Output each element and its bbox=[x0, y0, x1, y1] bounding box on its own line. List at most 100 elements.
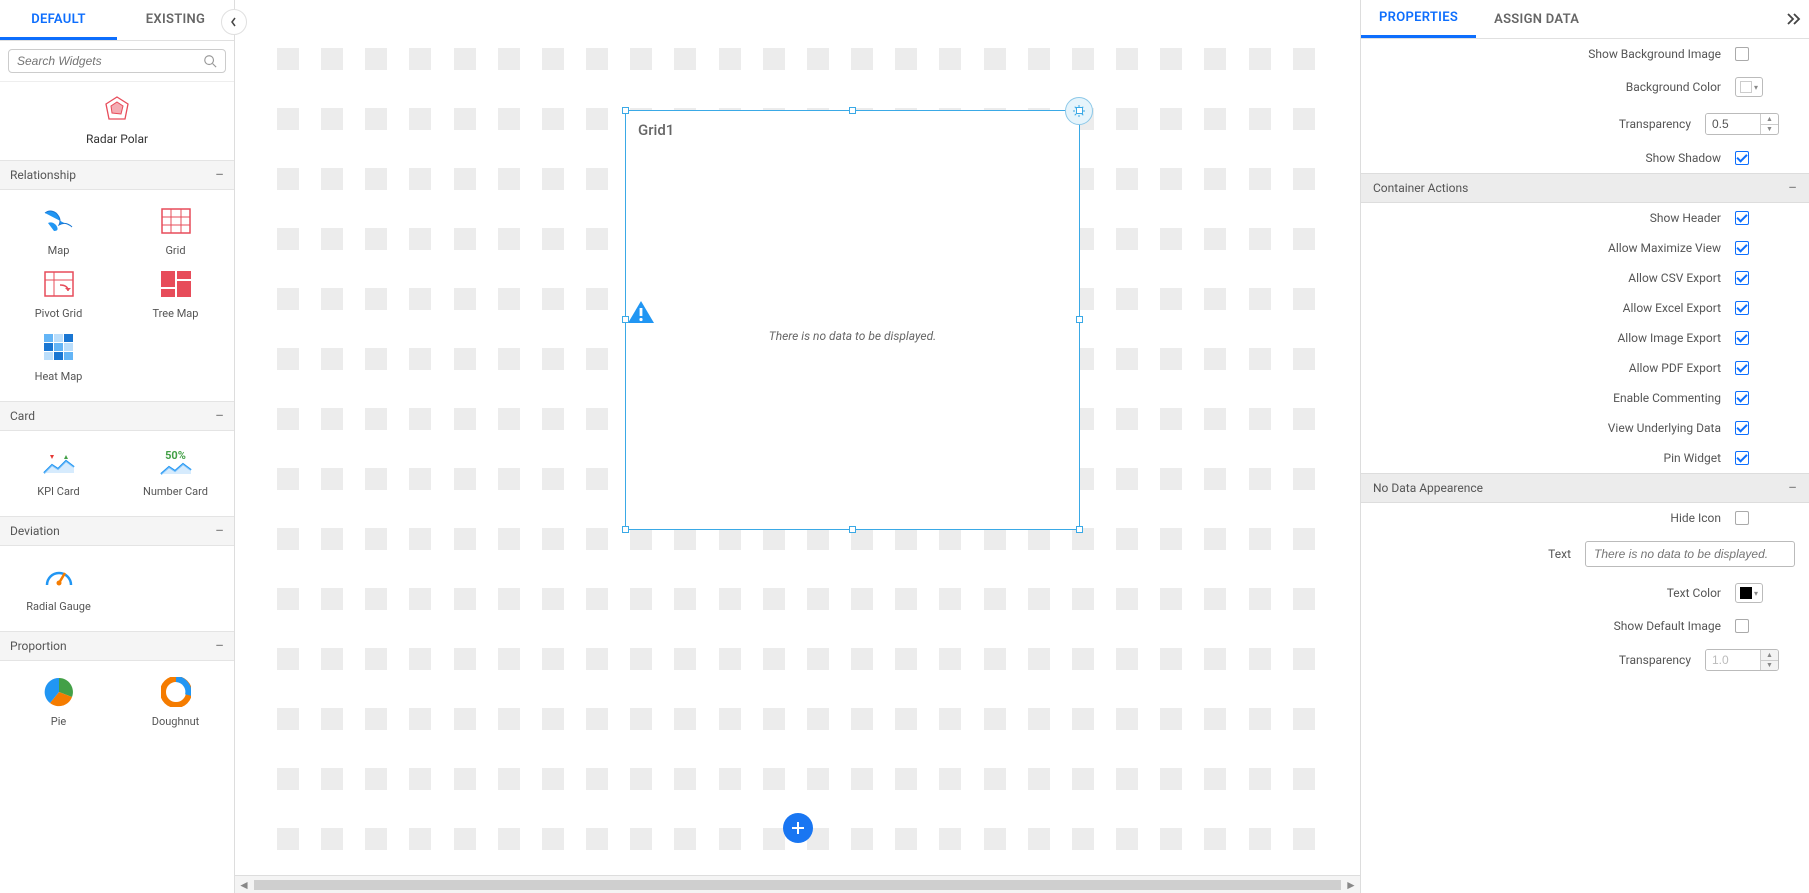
collapse-icon: − bbox=[1788, 183, 1797, 193]
scroll-left-button[interactable]: ◄ bbox=[235, 878, 253, 892]
tab-default[interactable]: DEFAULT bbox=[0, 0, 117, 40]
resize-handle[interactable] bbox=[1076, 526, 1083, 533]
tab-assign-data[interactable]: ASSIGN DATA bbox=[1476, 2, 1597, 37]
prop-label: Text bbox=[1375, 547, 1585, 561]
canvas-widget-grid1[interactable]: Grid1 There is no data to be displayed. bbox=[625, 110, 1080, 530]
color-picker-bg[interactable]: ▾ bbox=[1735, 77, 1763, 97]
resize-handle[interactable] bbox=[622, 107, 629, 114]
prop-hide-icon: Hide Icon bbox=[1361, 503, 1809, 533]
widget-list[interactable]: Radar Polar Relationship − Map Grid Pivo… bbox=[0, 82, 234, 893]
checkbox-hide-icon[interactable] bbox=[1735, 511, 1749, 525]
canvas-scroll[interactable]: Grid1 There is no data to be displayed. bbox=[235, 0, 1360, 873]
widget-radar-polar[interactable]: Radar Polar bbox=[0, 82, 234, 160]
section-title: No Data Appearence bbox=[1373, 481, 1483, 495]
canvas-inner[interactable]: Grid1 There is no data to be displayed. bbox=[235, 0, 1360, 873]
checkbox-show-shadow[interactable] bbox=[1735, 151, 1749, 165]
search-icon bbox=[203, 54, 217, 68]
resize-handle[interactable] bbox=[622, 316, 629, 323]
prop-label: Transparency bbox=[1375, 117, 1705, 131]
resize-handle[interactable] bbox=[1076, 107, 1083, 114]
widget-pivot-grid[interactable]: Pivot Grid bbox=[0, 267, 117, 320]
widget-kpi-card[interactable]: KPI Card bbox=[0, 445, 117, 498]
transparency-input[interactable]: ▲▼ bbox=[1705, 113, 1779, 135]
prop-show-default-image: Show Default Image bbox=[1361, 611, 1809, 641]
spin-down[interactable]: ▼ bbox=[1761, 124, 1778, 135]
search-input[interactable] bbox=[17, 54, 203, 68]
no-data-text: There is no data to be displayed. bbox=[626, 329, 1079, 343]
color-picker-text[interactable]: ▾ bbox=[1735, 583, 1763, 603]
prop-label: Show Header bbox=[1375, 211, 1735, 225]
widget-number-card[interactable]: 50% Number Card bbox=[117, 445, 234, 498]
prop-allow-image: Allow Image Export bbox=[1361, 323, 1809, 353]
properties-body[interactable]: Show Background Image Background Color ▾… bbox=[1361, 39, 1809, 893]
resize-handle[interactable] bbox=[849, 107, 856, 114]
tab-properties[interactable]: PROPERTIES bbox=[1361, 0, 1476, 38]
widget-label: Number Card bbox=[117, 485, 234, 498]
checkbox-allow-pdf[interactable] bbox=[1735, 361, 1749, 375]
prop-label: Pin Widget bbox=[1375, 451, 1735, 465]
widget-grid[interactable]: Grid bbox=[117, 204, 234, 257]
spin-up[interactable]: ▲ bbox=[1761, 650, 1778, 660]
tab-existing[interactable]: EXISTING bbox=[117, 0, 234, 40]
checkbox-show-header[interactable] bbox=[1735, 211, 1749, 225]
checkbox-allow-excel[interactable] bbox=[1735, 301, 1749, 315]
transparency-field[interactable] bbox=[1706, 114, 1760, 134]
no-data-text-input[interactable] bbox=[1585, 541, 1795, 567]
prop-show-shadow: Show Shadow bbox=[1361, 143, 1809, 173]
widget-doughnut[interactable]: Doughnut bbox=[117, 675, 234, 728]
group-proportion[interactable]: Proportion − bbox=[0, 631, 234, 661]
checkbox-show-default-image[interactable] bbox=[1735, 619, 1749, 633]
checkbox-view-underlying[interactable] bbox=[1735, 421, 1749, 435]
number-card-icon: 50% bbox=[159, 445, 193, 479]
expand-right-button[interactable] bbox=[1779, 4, 1809, 34]
widget-pie[interactable]: Pie bbox=[0, 675, 117, 728]
prop-label: Background Color bbox=[1375, 80, 1735, 94]
resize-handle[interactable] bbox=[622, 526, 629, 533]
checkbox-allow-csv[interactable] bbox=[1735, 271, 1749, 285]
scroll-track[interactable] bbox=[254, 880, 1341, 890]
scroll-right-button[interactable]: ► bbox=[1342, 878, 1360, 892]
horizontal-scrollbar[interactable]: ◄ ► bbox=[235, 875, 1360, 893]
nodata-transparency-input[interactable]: ▲▼ bbox=[1705, 649, 1779, 671]
search-box[interactable] bbox=[8, 49, 226, 73]
scroll-thumb[interactable] bbox=[254, 880, 1341, 890]
spin-up[interactable]: ▲ bbox=[1761, 114, 1778, 124]
widget-label: Map bbox=[0, 244, 117, 257]
checkbox-show-bg-image[interactable] bbox=[1735, 47, 1749, 61]
prop-label: Allow Excel Export bbox=[1375, 301, 1735, 315]
prop-label: Enable Commenting bbox=[1375, 391, 1735, 405]
collapse-left-button[interactable] bbox=[221, 9, 247, 35]
radar-polar-icon bbox=[100, 92, 134, 126]
prop-label: Allow Maximize View bbox=[1375, 241, 1735, 255]
prop-pin-widget: Pin Widget bbox=[1361, 443, 1809, 473]
collapse-icon: − bbox=[1788, 483, 1797, 493]
widget-heat-map[interactable]: Heat Map bbox=[0, 330, 117, 383]
prop-label: Hide Icon bbox=[1375, 511, 1735, 525]
group-deviation-items: Radial Gauge bbox=[0, 546, 234, 631]
widget-label: KPI Card bbox=[0, 485, 117, 498]
widget-tree-map[interactable]: Tree Map bbox=[117, 267, 234, 320]
collapse-icon: − bbox=[215, 641, 224, 651]
group-card-items: KPI Card 50% Number Card bbox=[0, 431, 234, 516]
prop-label: Transparency bbox=[1375, 653, 1705, 667]
group-relationship[interactable]: Relationship − bbox=[0, 160, 234, 190]
group-deviation[interactable]: Deviation − bbox=[0, 516, 234, 546]
widget-radial-gauge[interactable]: Radial Gauge bbox=[0, 560, 117, 613]
left-tabs: DEFAULT EXISTING bbox=[0, 0, 234, 41]
prop-label: Allow Image Export bbox=[1375, 331, 1735, 345]
resize-handle[interactable] bbox=[1076, 316, 1083, 323]
resize-handle[interactable] bbox=[849, 526, 856, 533]
checkbox-enable-commenting[interactable] bbox=[1735, 391, 1749, 405]
prop-allow-csv: Allow CSV Export bbox=[1361, 263, 1809, 293]
add-widget-button[interactable] bbox=[783, 813, 813, 843]
section-no-data-appearance[interactable]: No Data Appearence − bbox=[1361, 473, 1809, 503]
checkbox-pin-widget[interactable] bbox=[1735, 451, 1749, 465]
group-card[interactable]: Card − bbox=[0, 401, 234, 431]
widget-map[interactable]: Map bbox=[0, 204, 117, 257]
checkbox-allow-maximize[interactable] bbox=[1735, 241, 1749, 255]
nodata-transparency-field[interactable] bbox=[1706, 650, 1760, 670]
section-container-actions[interactable]: Container Actions − bbox=[1361, 173, 1809, 203]
spin-down[interactable]: ▼ bbox=[1761, 660, 1778, 671]
checkbox-allow-image[interactable] bbox=[1735, 331, 1749, 345]
doughnut-icon bbox=[159, 675, 193, 709]
